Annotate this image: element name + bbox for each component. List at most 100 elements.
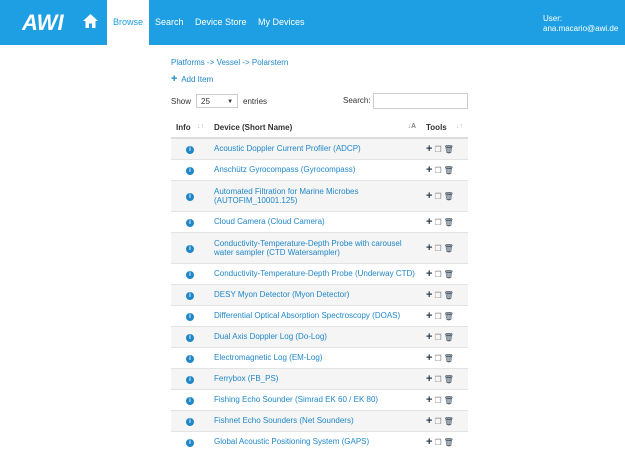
add-item-button[interactable]: + Add Item (171, 73, 213, 85)
duplicate-icon[interactable]: ❐ (434, 244, 441, 253)
awi-logo[interactable]: AWI (18, 8, 68, 36)
duplicate-icon[interactable]: ❐ (434, 192, 441, 201)
trash-icon[interactable]: 🗑 (444, 333, 454, 342)
device-name[interactable]: Differential Optical Absorption Spectros… (209, 304, 421, 326)
duplicate-icon[interactable]: ❐ (434, 145, 441, 154)
tools-cell: + ❐ 🗑 (421, 158, 468, 180)
add-icon[interactable]: + (426, 352, 432, 364)
tools-cell: + ❐ 🗑 (421, 367, 468, 389)
info-cell: i (171, 367, 209, 389)
trash-icon[interactable]: 🗑 (444, 192, 454, 201)
trash-icon[interactable]: 🗑 (444, 312, 454, 321)
add-icon[interactable]: + (426, 268, 432, 280)
device-name[interactable]: Conductivity-Temperature-Depth Probe wit… (209, 231, 421, 263)
table-row: i Automated Filtration for Marine Microbe… (171, 179, 468, 211)
header-tools-label: Tools (426, 123, 447, 132)
duplicate-icon[interactable]: ❐ (434, 291, 441, 300)
tools-cell: + ❐ 🗑 (421, 304, 468, 326)
add-icon[interactable]: + (426, 394, 432, 406)
add-icon[interactable]: + (426, 373, 432, 385)
add-icon[interactable]: + (426, 143, 432, 155)
add-icon[interactable]: + (426, 289, 432, 301)
trash-icon[interactable]: 🗑 (444, 291, 454, 300)
logo-text: AWI (21, 10, 64, 35)
table-row: i Acoustic Doppler Current Profiler (ADCP… (171, 137, 468, 159)
device-name[interactable]: Ferrybox (FB_PS) (209, 367, 421, 389)
info-icon[interactable]: i (186, 396, 194, 405)
trash-icon[interactable]: 🗑 (444, 438, 454, 447)
trash-icon[interactable]: 🗑 (444, 270, 454, 279)
tab-device-store[interactable]: Device Store (195, 0, 247, 45)
trash-icon[interactable]: 🗑 (444, 396, 454, 405)
trash-icon[interactable]: 🗑 (444, 417, 454, 426)
duplicate-icon[interactable]: ❐ (434, 417, 441, 426)
devices-table: Info ↓↑ Device (Short Name) ↓A Tools ↓↑ i Ac… (171, 118, 468, 452)
entries-select[interactable]: 25 ▼ (196, 94, 239, 108)
info-cell: i (171, 262, 209, 284)
device-name[interactable]: Global Acoustic Positioning System (GAPS… (209, 430, 421, 452)
add-icon[interactable]: + (426, 310, 432, 322)
add-icon[interactable]: + (426, 190, 432, 202)
breadcrumb[interactable]: Platforms -> Vessel -> Polarstern (171, 58, 288, 67)
tab-my-devices[interactable]: My Devices (258, 0, 305, 45)
tab-browse[interactable]: Browse (107, 0, 149, 45)
info-icon[interactable]: i (186, 166, 194, 175)
duplicate-icon[interactable]: ❐ (434, 270, 441, 279)
device-name[interactable]: Electromagnetic Log (EM-Log) (209, 346, 421, 368)
duplicate-icon[interactable]: ❐ (434, 438, 441, 447)
search-input[interactable] (373, 93, 468, 109)
info-icon[interactable]: i (186, 375, 194, 384)
header-device[interactable]: Device (Short Name) ↓A (209, 118, 421, 139)
trash-icon[interactable]: 🗑 (444, 354, 454, 363)
trash-icon[interactable]: 🗑 (444, 218, 454, 227)
add-icon[interactable]: + (426, 242, 432, 254)
info-icon[interactable]: i (186, 417, 194, 426)
info-icon[interactable]: i (186, 354, 194, 363)
info-icon[interactable]: i (186, 145, 194, 154)
home-icon[interactable] (80, 11, 101, 32)
device-name[interactable]: Automated Filtration for Marine Microbes… (209, 179, 421, 211)
info-icon[interactable]: i (186, 438, 194, 447)
info-icon[interactable]: i (186, 244, 194, 253)
info-icon[interactable]: i (186, 192, 194, 201)
info-icon[interactable]: i (186, 218, 194, 227)
header-info[interactable]: Info ↓↑ (171, 118, 209, 139)
trash-icon[interactable]: 🗑 (444, 166, 454, 175)
user-email[interactable]: ana.macario@awi.de (543, 24, 618, 34)
info-icon[interactable]: i (186, 291, 194, 300)
tab-search[interactable]: Search (155, 0, 184, 45)
device-name[interactable]: Conductivity-Temperature-Depth Probe (Un… (209, 262, 421, 284)
device-name[interactable]: Fishing Echo Sounder (Simrad EK 60 / EK … (209, 388, 421, 410)
info-cell: i (171, 231, 209, 263)
duplicate-icon[interactable]: ❐ (434, 312, 441, 321)
device-name[interactable]: Fishnet Echo Sounders (Net Sounders) (209, 409, 421, 431)
duplicate-icon[interactable]: ❐ (434, 375, 441, 384)
duplicate-icon[interactable]: ❐ (434, 354, 441, 363)
add-icon[interactable]: + (426, 415, 432, 427)
header-tools[interactable]: Tools ↓↑ (421, 118, 468, 139)
device-name[interactable]: Dual Axis Doppler Log (Do-Log) (209, 325, 421, 347)
device-name[interactable]: Acoustic Doppler Current Profiler (ADCP) (209, 137, 421, 159)
entries-label: entries (243, 96, 268, 106)
duplicate-icon[interactable]: ❐ (434, 166, 441, 175)
info-cell: i (171, 409, 209, 431)
info-icon[interactable]: i (186, 270, 194, 279)
add-icon[interactable]: + (426, 331, 432, 343)
info-icon[interactable]: i (186, 312, 194, 321)
duplicate-icon[interactable]: ❐ (434, 218, 441, 227)
table-row: i Fishing Echo Sounder (Simrad EK 60 / EK… (171, 388, 468, 410)
device-name[interactable]: Anschütz Gyrocompass (Gyrocompass) (209, 158, 421, 180)
tools-cell: + ❐ 🗑 (421, 346, 468, 368)
info-icon[interactable]: i (186, 333, 194, 342)
trash-icon[interactable]: 🗑 (444, 145, 454, 154)
add-item-label: Add Item (181, 75, 214, 84)
device-name[interactable]: Cloud Camera (Cloud Camera) (209, 210, 421, 232)
table-row: i Anschütz Gyrocompass (Gyrocompass) + ❐ 🗑 (171, 158, 468, 180)
add-icon[interactable]: + (426, 216, 432, 228)
trash-icon[interactable]: 🗑 (444, 375, 454, 384)
trash-icon[interactable]: 🗑 (444, 244, 454, 253)
add-icon[interactable]: + (426, 164, 432, 176)
device-name[interactable]: DESY Myon Detector (Myon Detector) (209, 283, 421, 305)
duplicate-icon[interactable]: ❐ (434, 333, 441, 342)
duplicate-icon[interactable]: ❐ (434, 396, 441, 405)
